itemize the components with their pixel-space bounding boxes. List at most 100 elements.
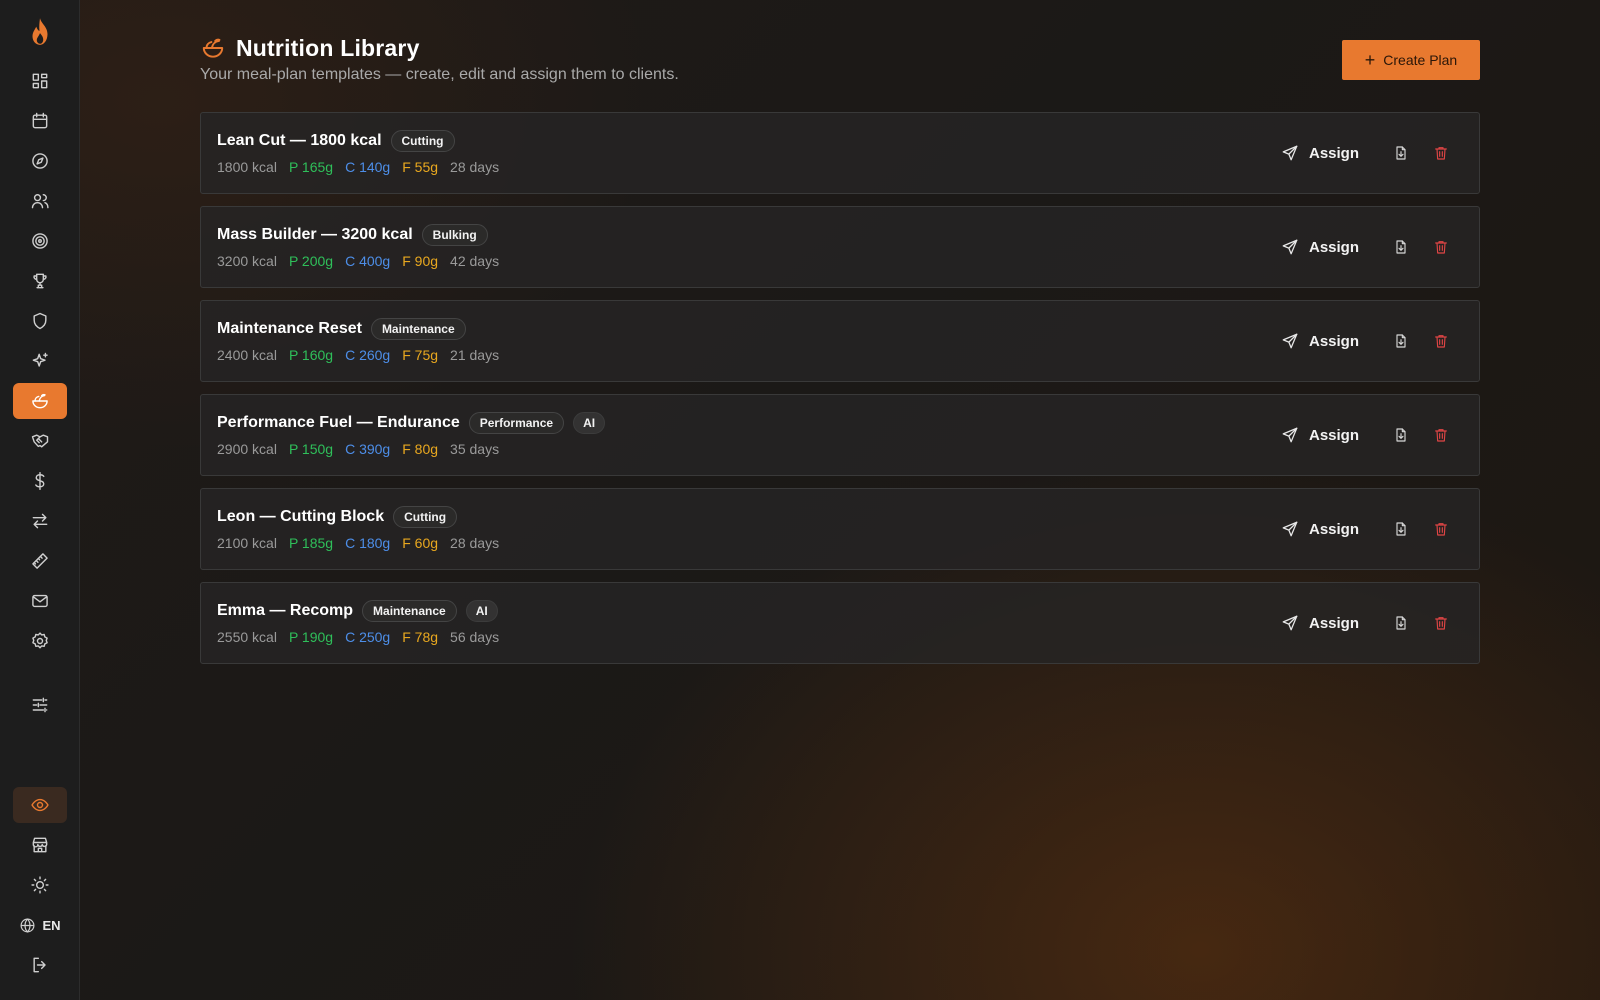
calendar-icon xyxy=(32,112,48,129)
ai-badge: AI xyxy=(573,412,606,434)
plan-actions: Assign xyxy=(1281,113,1461,193)
plan-tags: Bulking xyxy=(421,224,488,246)
assign-button[interactable]: Assign xyxy=(1281,332,1359,350)
send-icon xyxy=(1282,615,1298,631)
file-download-icon xyxy=(1396,428,1406,442)
plan-protein: P 185g xyxy=(288,535,334,551)
export-button[interactable] xyxy=(1381,605,1421,641)
plan-card[interactable]: Emma — Recomp Maintenance AI 2550 kcal P … xyxy=(200,582,1480,664)
nav-security[interactable] xyxy=(13,303,67,339)
plan-actions: Assign xyxy=(1281,489,1461,569)
plan-tags: Maintenance xyxy=(370,318,466,340)
delete-button[interactable] xyxy=(1421,229,1461,265)
plan-card[interactable]: Leon — Cutting Block Cutting 2100 kcal P… xyxy=(200,488,1480,570)
salad-bowl-icon xyxy=(202,38,224,58)
export-button[interactable] xyxy=(1381,229,1421,265)
plan-protein: P 190g xyxy=(288,629,334,645)
nav-measurements[interactable] xyxy=(13,543,67,579)
trash-icon xyxy=(1435,617,1447,630)
plan-macros: 2100 kcal P 185g C 180g F 60g 28 days xyxy=(217,535,499,551)
plan-actions: Assign xyxy=(1281,395,1461,475)
plan-card-header: Lean Cut — 1800 kcal Cutting xyxy=(217,128,455,154)
export-button[interactable] xyxy=(1381,323,1421,359)
plan-tags: Maintenance AI xyxy=(362,600,498,622)
export-button[interactable] xyxy=(1381,135,1421,171)
assign-button[interactable]: Assign xyxy=(1281,144,1359,162)
assign-button[interactable]: Assign xyxy=(1281,614,1359,632)
preview-toggle[interactable] xyxy=(13,787,67,823)
send-icon xyxy=(1282,521,1298,537)
nav-store[interactable] xyxy=(13,827,67,863)
salad-bowl-icon xyxy=(32,393,48,409)
nav-settings[interactable] xyxy=(13,623,67,659)
language-switcher[interactable]: EN xyxy=(13,907,67,943)
nav-calendar[interactable] xyxy=(13,103,67,139)
send-icon xyxy=(1282,333,1298,349)
plan-duration: 35 days xyxy=(450,441,500,457)
plan-category-badge: Maintenance xyxy=(370,318,466,340)
delete-button[interactable] xyxy=(1421,417,1461,453)
plan-protein: P 165g xyxy=(288,159,334,175)
grid-dashboard-icon xyxy=(32,73,48,89)
transfer-arrows-icon xyxy=(32,513,48,529)
plan-kcal: 2900 kcal xyxy=(217,441,277,457)
plan-card[interactable]: Mass Builder — 3200 kcal Bulking 3200 kc… xyxy=(200,206,1480,288)
trash-icon xyxy=(1435,241,1447,254)
assign-label: Assign xyxy=(1308,332,1359,350)
plan-card-header: Emma — Recomp Maintenance AI xyxy=(217,598,498,624)
plan-card[interactable]: Maintenance Reset Maintenance 2400 kcal … xyxy=(200,300,1480,382)
nav-clients[interactable] xyxy=(13,183,67,219)
flame-logo-icon[interactable] xyxy=(24,14,56,50)
nav-challenges[interactable] xyxy=(13,263,67,299)
plan-carbs: C 180g xyxy=(345,535,391,551)
assign-button[interactable]: Assign xyxy=(1281,238,1359,256)
assign-button[interactable]: Assign xyxy=(1281,426,1359,444)
send-icon xyxy=(1282,145,1298,161)
globe-icon xyxy=(20,917,35,933)
delete-button[interactable] xyxy=(1421,511,1461,547)
plan-card[interactable]: Performance Fuel — Endurance Performance… xyxy=(200,394,1480,476)
export-button[interactable] xyxy=(1381,417,1421,453)
plan-carbs: C 400g xyxy=(345,253,391,269)
plan-duration: 28 days xyxy=(450,159,500,175)
nav-explore[interactable] xyxy=(13,143,67,179)
shield-icon xyxy=(33,312,47,330)
file-download-icon xyxy=(1396,146,1406,160)
assign-button[interactable]: Assign xyxy=(1281,520,1359,538)
plan-actions: Assign xyxy=(1281,583,1461,663)
nav-transfers[interactable] xyxy=(13,503,67,539)
logout-button[interactable] xyxy=(13,947,67,983)
delete-button[interactable] xyxy=(1421,323,1461,359)
nav-goals[interactable] xyxy=(13,223,67,259)
export-button[interactable] xyxy=(1381,511,1421,547)
plan-macros: 2400 kcal P 160g C 260g F 75g 21 days xyxy=(217,347,499,363)
nav-billing[interactable] xyxy=(13,463,67,499)
delete-button[interactable] xyxy=(1421,135,1461,171)
plan-fat: F 55g xyxy=(402,159,439,175)
nav-partners[interactable] xyxy=(13,423,67,459)
nav-ai[interactable] xyxy=(13,343,67,379)
nav-preferences[interactable] xyxy=(13,687,67,723)
plan-protein: P 150g xyxy=(288,441,334,457)
theme-toggle[interactable] xyxy=(13,867,67,903)
delete-button[interactable] xyxy=(1421,605,1461,641)
create-plan-button[interactable]: + Create Plan xyxy=(1342,40,1480,80)
plan-fat: F 80g xyxy=(402,441,439,457)
plan-card[interactable]: Lean Cut — 1800 kcal Cutting 1800 kcal P… xyxy=(200,112,1480,194)
plan-category-badge: Bulking xyxy=(421,224,488,246)
plan-tags: Cutting xyxy=(390,130,455,152)
store-icon xyxy=(32,837,48,853)
nav-dashboard[interactable] xyxy=(13,63,67,99)
plan-actions: Assign xyxy=(1281,301,1461,381)
mail-icon xyxy=(32,594,48,608)
nav-nutrition[interactable] xyxy=(13,383,67,419)
plan-actions: Assign xyxy=(1281,207,1461,287)
target-icon xyxy=(32,233,48,249)
plan-macros: 3200 kcal P 200g C 400g F 90g 42 days xyxy=(217,253,499,269)
assign-label: Assign xyxy=(1308,426,1359,444)
assign-label: Assign xyxy=(1308,614,1359,632)
plan-carbs: C 250g xyxy=(345,629,391,645)
plan-macros: 2900 kcal P 150g C 390g F 80g 35 days xyxy=(217,441,499,457)
file-download-icon xyxy=(1396,334,1406,348)
nav-messages[interactable] xyxy=(13,583,67,619)
